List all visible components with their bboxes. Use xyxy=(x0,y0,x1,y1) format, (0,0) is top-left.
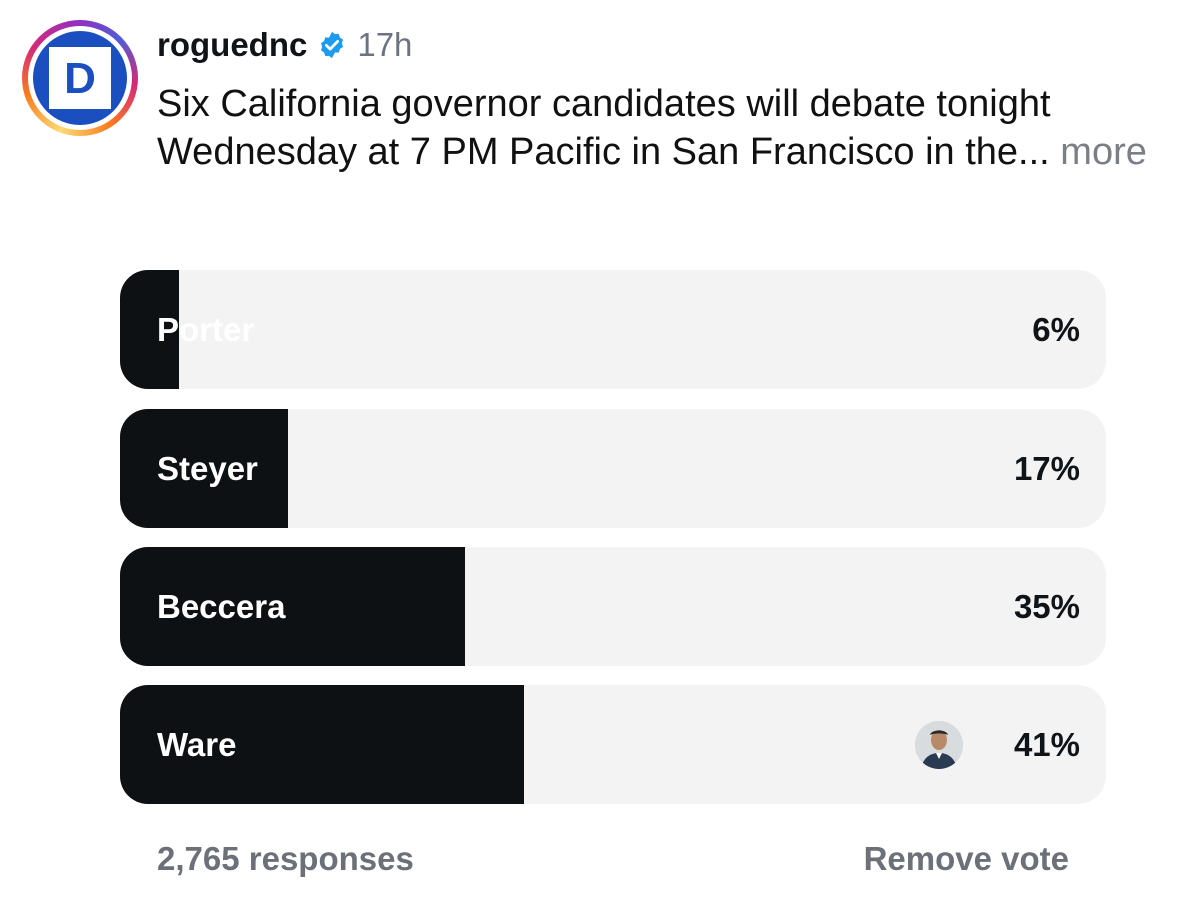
democratic-d-logo-icon: D xyxy=(33,31,127,125)
verified-badge-icon xyxy=(317,30,347,60)
poll-option-beccera[interactable]: Beccera 35% xyxy=(120,547,1106,666)
svg-text:D: D xyxy=(64,54,96,103)
poll-option-percent: 6% xyxy=(1032,310,1080,348)
voter-avatar-icon xyxy=(915,721,963,769)
more-link[interactable]: more xyxy=(1060,131,1147,173)
remove-vote-button[interactable]: Remove vote xyxy=(864,840,1069,878)
profile-avatar[interactable]: D xyxy=(22,20,138,136)
poll-option-label: Steyer xyxy=(157,449,258,487)
poll-option-percent: 17% xyxy=(1013,449,1080,487)
poll-option-porter[interactable]: Porter 6% xyxy=(120,270,1106,389)
post-caption: Six California governor candidates will … xyxy=(157,80,1147,176)
response-count: 2,765 responses xyxy=(157,840,414,877)
poll-option-label: Beccera xyxy=(157,587,286,625)
caption-text: Six California governor candidates will … xyxy=(157,83,1051,173)
poll-option-label: Ware xyxy=(157,725,237,763)
poll-option-steyer[interactable]: Steyer 17% xyxy=(120,409,1106,528)
post-time: 17h xyxy=(357,26,413,63)
poll-option-label: Porter xyxy=(157,310,255,348)
username[interactable]: roguednc xyxy=(157,26,307,64)
poll-post: D roguednc 17h Six California governor c… xyxy=(0,0,1179,906)
poll-option-percent: 35% xyxy=(1013,587,1080,625)
poll-option-ware[interactable]: Ware 41% xyxy=(120,685,1106,804)
post-header: roguednc 17h xyxy=(157,22,412,68)
poll-option-percent: 41% xyxy=(1013,725,1080,763)
